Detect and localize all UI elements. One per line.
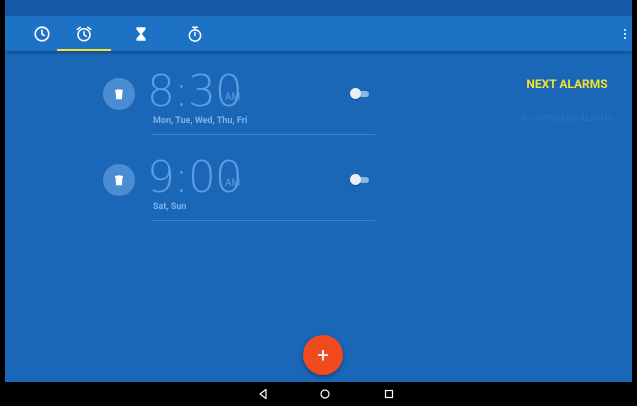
add-alarm-button[interactable]: +: [303, 335, 343, 375]
tab-bar: [5, 16, 632, 51]
stopwatch-icon: [188, 26, 202, 42]
next-alarms-title: NEXT ALARMS: [526, 77, 608, 91]
back-icon[interactable]: [255, 386, 271, 402]
trash-icon: [114, 89, 124, 100]
delete-alarm-button[interactable]: [103, 78, 135, 110]
home-icon[interactable]: [317, 386, 333, 402]
tab-alarm[interactable]: [57, 16, 111, 51]
navigation-bar: [5, 382, 632, 406]
hourglass-icon: [136, 26, 146, 41]
alarm-screen: 8:30 AM Mon, Tue, Wed, Thu, Fri 9:00 AM …: [5, 0, 632, 406]
overflow-menu-icon[interactable]: [618, 16, 632, 51]
tab-timer[interactable]: [114, 16, 168, 51]
delete-alarm-button[interactable]: [103, 164, 135, 196]
recents-icon[interactable]: [381, 386, 397, 402]
alarm-days: Sat, Sun: [153, 202, 187, 212]
alarm-toggle[interactable]: [350, 88, 372, 100]
alarm-ampm: AM: [225, 92, 241, 103]
alarm-icon: [76, 26, 92, 41]
trash-icon: [114, 175, 124, 186]
alarm-toggle[interactable]: [350, 174, 372, 186]
tab-stopwatch[interactable]: [168, 16, 222, 51]
alarm-item[interactable]: 9:00 AM Sat, Sun: [101, 152, 376, 226]
alarm-days: Mon, Tue, Wed, Thu, Fri: [153, 116, 248, 126]
status-bar: [5, 0, 632, 16]
divider: [151, 220, 375, 221]
alarm-item[interactable]: 8:30 AM Mon, Tue, Wed, Thu, Fri: [101, 66, 376, 140]
no-upcoming-alarms-text: NO UPCOMING ALARMS: [521, 114, 613, 123]
divider: [151, 134, 375, 135]
clock-icon: [34, 25, 50, 42]
selected-tab-indicator: [57, 49, 111, 51]
alarm-ampm: AM: [225, 178, 241, 189]
